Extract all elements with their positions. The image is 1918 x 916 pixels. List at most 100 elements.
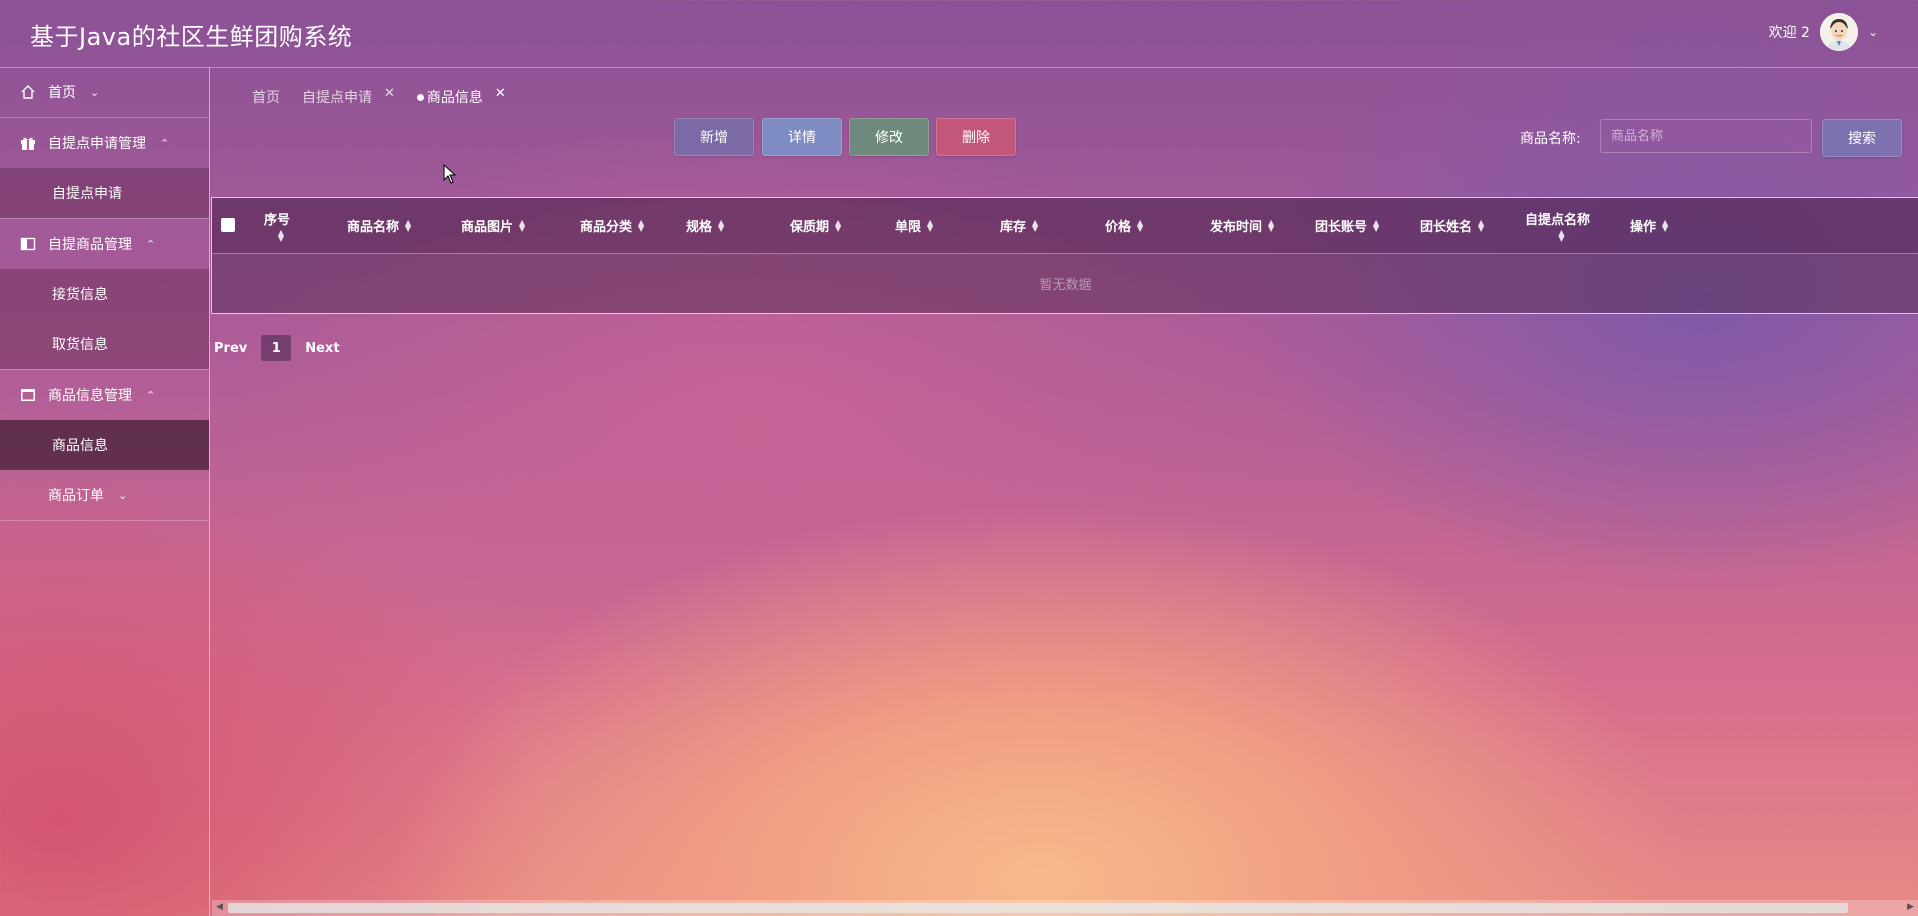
column-label: 商品分类 (580, 220, 633, 235)
column-label: 价格 (1105, 220, 1132, 235)
close-icon[interactable]: ✕ (384, 86, 395, 101)
select-all-checkbox[interactable] (221, 218, 235, 232)
app-title: 基于Java的社区生鲜团购系统 (30, 23, 353, 51)
sidebar-item-pickup-apply-mgmt[interactable]: 自提点申请管理 ⌃ (0, 118, 209, 168)
column-header[interactable]: 团长账号 ▲ ▼ (1315, 198, 1379, 253)
sort-icon[interactable]: ▲ ▼ (1137, 218, 1143, 232)
main-content: 首页 自提点申请 ✕ 商品信息 ✕ 新增 详情 修改 删除 商品名称: 搜索 序… (210, 67, 1918, 916)
column-header[interactable]: 操作 ▲ ▼ (1630, 198, 1668, 253)
horizontal-scrollbar[interactable]: ◀ ▶ (212, 900, 1918, 916)
user-menu[interactable]: 欢迎 2 ⌄ (1769, 12, 1878, 52)
page-number[interactable]: 1 (261, 335, 292, 361)
sort-icon[interactable]: ▲ ▼ (1478, 218, 1484, 232)
edit-button[interactable]: 修改 (849, 118, 929, 156)
column-header[interactable]: 发布时间 ▲ ▼ (1210, 198, 1274, 253)
tab-label: 自提点申请 (302, 90, 372, 106)
delete-button[interactable]: 删除 (936, 118, 1016, 156)
column-label: 自提点名称 (1525, 213, 1591, 228)
welcome-text: 欢迎 2 (1768, 25, 1810, 41)
sort-icon[interactable]: ▲ ▼ (1032, 218, 1038, 232)
detail-button[interactable]: 详情 (762, 118, 842, 156)
goods-table: 序号 ▲ ▼ 商品名称 ▲ ▼ 商品图片 ▲ ▼ 商品分类 ▲ ▼ 规格 ▲ ▼ 保质期 ▲ ▼ 单限… (211, 197, 1918, 314)
column-label: 库存 (1000, 220, 1027, 235)
sidebar-item-pickup-apply[interactable]: 自提点申请 (0, 168, 209, 218)
search-button[interactable]: 搜索 (1822, 119, 1902, 157)
column-header[interactable]: 保质期 ▲ ▼ (790, 198, 841, 253)
column-label: 规格 (686, 220, 713, 235)
sidebar-item-label: 商品信息管理 (48, 388, 132, 404)
panel-icon (18, 236, 38, 252)
sort-icon[interactable]: ▲ ▼ (1373, 218, 1379, 232)
box-icon (18, 387, 38, 403)
sidebar-item-goods-order[interactable]: 商品订单 ⌄ (0, 470, 209, 520)
sidebar-item-label: 商品订单 (48, 488, 104, 504)
tab-home[interactable]: 首页 (252, 87, 280, 107)
close-icon[interactable]: ✕ (495, 86, 506, 101)
sort-icon[interactable]: ▲ ▼ (1662, 218, 1668, 232)
sidebar-item-label: 自提点申请 (52, 186, 122, 202)
column-label: 商品图片 (461, 220, 514, 235)
tab-pickup-apply[interactable]: 自提点申请 ✕ (302, 86, 395, 107)
sort-icon[interactable]: ▲ ▼ (519, 218, 525, 232)
sidebar: 首页 ⌄ 自提点申请管理 ⌃ 自提点申请 自提商品管理 ⌃ 接货信息 取货信息 (0, 67, 210, 916)
chevron-down-icon: ⌄ (90, 85, 100, 99)
column-header[interactable]: 商品图片 ▲ ▼ (461, 198, 525, 253)
empty-state: 暂无数据 (212, 254, 1918, 313)
sort-icon[interactable]: ▲ ▼ (835, 218, 841, 232)
sort-icon[interactable]: ▲ ▼ (718, 218, 724, 232)
sidebar-item-label: 接货信息 (52, 287, 108, 303)
menu-group-home: 首页 ⌄ (0, 67, 209, 118)
chevron-up-icon: ⌃ (146, 237, 156, 251)
sort-icon[interactable]: ▲ ▼ (927, 218, 933, 232)
column-label: 序号 (264, 213, 291, 228)
sidebar-item-goods-mgmt[interactable]: 商品信息管理 ⌃ (0, 370, 209, 420)
prev-page-button[interactable]: Prev (214, 341, 247, 356)
column-header[interactable]: 商品名称 ▲ ▼ (347, 198, 411, 253)
sidebar-item-pickup-info[interactable]: 取货信息 (0, 319, 209, 369)
pagination: Prev 1 Next (214, 335, 354, 361)
sort-icon[interactable]: ▲ ▼ (1268, 218, 1274, 232)
column-header[interactable]: 序号 ▲ ▼ (264, 198, 290, 253)
tab-bar: 首页 自提点申请 ✕ 商品信息 ✕ (252, 86, 528, 107)
table-header: 序号 ▲ ▼ 商品名称 ▲ ▼ 商品图片 ▲ ▼ 商品分类 ▲ ▼ 规格 ▲ ▼ 保质期 ▲ ▼ 单限… (212, 198, 1918, 254)
column-label: 操作 (1630, 220, 1657, 235)
sort-icon[interactable]: ▲ ▼ (1558, 229, 1564, 243)
column-header[interactable]: 团长姓名 ▲ ▼ (1420, 198, 1484, 253)
sidebar-item-receive-info[interactable]: 接货信息 (0, 269, 209, 319)
chevron-up-icon: ⌃ (146, 388, 156, 402)
column-header[interactable]: 商品分类 ▲ ▼ (580, 198, 644, 253)
scrollbar-thumb[interactable] (228, 903, 1848, 913)
sidebar-item-label: 取货信息 (52, 337, 108, 353)
sort-icon[interactable]: ▲ ▼ (405, 218, 411, 232)
mouse-cursor-icon (443, 164, 457, 184)
column-label: 单限 (895, 220, 922, 235)
avatar[interactable] (1819, 13, 1858, 51)
sidebar-item-goods-info[interactable]: 商品信息 (0, 420, 209, 470)
chevron-down-icon[interactable]: ⌄ (1868, 25, 1878, 39)
home-icon (18, 84, 38, 100)
column-header[interactable]: 单限 ▲ ▼ (895, 198, 933, 253)
sidebar-item-pickup-goods-mgmt[interactable]: 自提商品管理 ⌃ (0, 219, 209, 269)
column-header[interactable]: 规格 ▲ ▼ (686, 198, 724, 253)
menu-group-pickup-goods: 自提商品管理 ⌃ 接货信息 取货信息 (0, 219, 209, 370)
sort-icon[interactable]: ▲ ▼ (638, 218, 644, 232)
add-button[interactable]: 新增 (674, 118, 754, 156)
scroll-right-icon[interactable]: ▶ (1907, 902, 1914, 912)
search-input[interactable] (1600, 119, 1812, 153)
scroll-left-icon[interactable]: ◀ (216, 902, 223, 912)
tab-label: 商品信息 (426, 90, 483, 106)
tab-label: 首页 (252, 90, 280, 106)
chevron-up-icon: ⌃ (160, 136, 170, 150)
tab-goods-info[interactable]: 商品信息 ✕ (416, 86, 506, 107)
column-label: 团长姓名 (1420, 220, 1473, 235)
gift-icon (18, 135, 38, 151)
active-dot-icon (416, 93, 424, 101)
column-label: 保质期 (790, 220, 830, 235)
column-header[interactable]: 库存 ▲ ▼ (1000, 198, 1038, 253)
next-page-button[interactable]: Next (305, 341, 339, 356)
column-header[interactable]: 自提点名称 ▲ ▼ (1525, 198, 1590, 253)
sort-icon[interactable]: ▲ ▼ (278, 229, 284, 243)
sidebar-item-home[interactable]: 首页 ⌄ (0, 67, 209, 117)
column-header[interactable]: 价格 ▲ ▼ (1105, 198, 1143, 253)
menu-group-pickup-apply: 自提点申请管理 ⌃ 自提点申请 (0, 118, 209, 219)
